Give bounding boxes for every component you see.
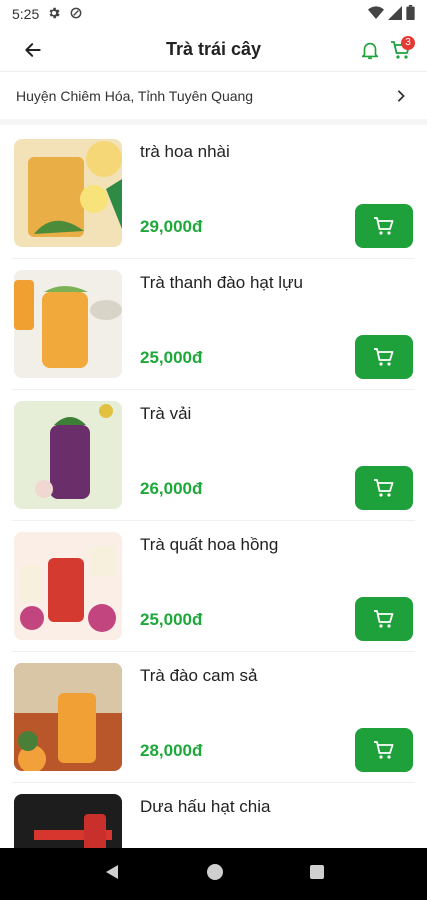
status-bar: 5:25: [0, 0, 427, 28]
add-to-cart-button[interactable]: [355, 466, 413, 510]
settings-icon: [47, 6, 61, 23]
product-image: [14, 270, 122, 378]
chevron-right-icon: [391, 86, 411, 106]
add-to-cart-button[interactable]: [355, 728, 413, 772]
product-image: [14, 532, 122, 640]
add-to-cart-button[interactable]: [355, 597, 413, 641]
product-item[interactable]: Trà thanh đào hạt lựu 25,000đ: [12, 259, 415, 390]
recents-square-icon[interactable]: [309, 864, 325, 885]
notifications-button[interactable]: [357, 36, 383, 64]
product-name: Trà vải: [140, 404, 192, 423]
location-text: Huyện Chiêm Hóa, Tỉnh Tuyên Quang: [16, 88, 254, 104]
signal-icon: [388, 5, 402, 23]
product-item[interactable]: Trà đào cam sả 28,000đ: [12, 652, 415, 783]
cart-count-badge: 3: [401, 36, 415, 50]
battery-icon: [406, 5, 415, 23]
system-navigation-bar: [0, 848, 427, 900]
shopping-cart-icon: [374, 348, 394, 366]
product-price: 25,000đ: [140, 610, 203, 629]
location-selector[interactable]: Huyện Chiêm Hóa, Tỉnh Tuyên Quang: [0, 73, 427, 125]
product-name: Dưa hấu hạt chia: [140, 797, 271, 816]
product-image: [14, 794, 122, 848]
product-image: [14, 663, 122, 771]
back-triangle-icon[interactable]: [103, 863, 121, 886]
product-item[interactable]: Trà vải 26,000đ: [12, 390, 415, 521]
product-price: 26,000đ: [140, 479, 203, 498]
cart-button[interactable]: 3: [387, 36, 415, 64]
add-to-cart-button[interactable]: [355, 335, 413, 379]
back-button[interactable]: [18, 36, 48, 64]
product-price: 25,000đ: [140, 348, 203, 367]
product-item[interactable]: trà hoa nhài 29,000đ: [12, 128, 415, 259]
shopping-cart-icon: [374, 610, 394, 628]
product-name: trà hoa nhài: [140, 142, 230, 161]
product-name: Trà thanh đào hạt lựu: [140, 273, 303, 292]
bell-icon: [361, 42, 379, 60]
product-image: [14, 139, 122, 247]
shopping-cart-icon: [374, 217, 394, 235]
shopping-cart-icon: [374, 741, 394, 759]
home-circle-icon[interactable]: [206, 863, 224, 886]
product-list[interactable]: trà hoa nhài 29,000đ Trà thanh đào hạt l…: [0, 128, 427, 848]
data-saver-icon: [69, 6, 83, 23]
app-bar: Trà trái cây 3: [0, 28, 427, 72]
product-name: Trà quất hoa hồng: [140, 535, 279, 554]
product-image: [14, 401, 122, 509]
arrow-left-icon: [25, 43, 41, 57]
product-item[interactable]: Trà quất hoa hồng 25,000đ: [12, 521, 415, 652]
wifi-icon: [368, 5, 384, 23]
status-time: 5:25: [12, 6, 40, 22]
product-name: Trà đào cam sả: [140, 666, 258, 685]
add-to-cart-button[interactable]: [355, 204, 413, 248]
shopping-cart-icon: [374, 479, 394, 497]
product-price: 28,000đ: [140, 741, 203, 760]
product-price: 29,000đ: [140, 217, 203, 236]
product-item[interactable]: Dưa hấu hạt chia: [12, 783, 415, 848]
